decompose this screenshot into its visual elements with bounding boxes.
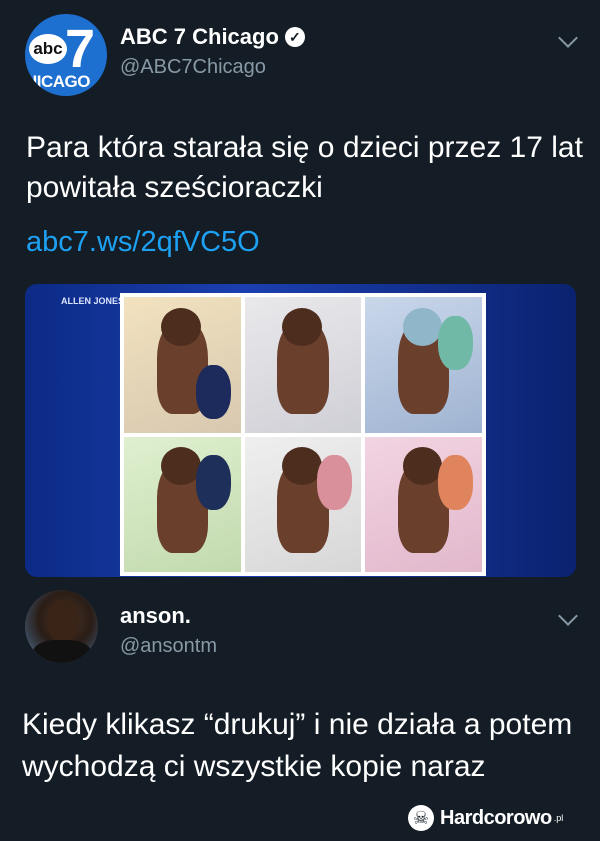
sextuplets-photo-grid [120,293,486,576]
chevron-down-icon[interactable] [558,606,578,626]
baby-head [161,447,201,486]
toy-octopus [437,455,473,510]
chicago-logo-text: HICAGO [25,72,91,91]
tweet-header: abc 7 HICAGO ABC 7 Chicago ✓ @ABC7Chicago [0,0,600,100]
author-handle[interactable]: @ABC7Chicago [120,56,266,79]
hardcorowo-watermark: ☠ Hardcorowo .pl [408,803,563,833]
baby-head [402,307,443,346]
toy-blanket [196,364,232,419]
toy-octopus [317,455,352,510]
baby-head [281,307,322,346]
baby-photo-4 [124,436,241,572]
skull-icon: ☠ [408,805,434,831]
tweet-text: Para która starała się o dzieci przez 17… [26,131,583,204]
baby-photo-6 [365,436,482,572]
reply-author-handle[interactable]: @ansontm [120,635,217,658]
reply-author-name[interactable]: anson. [120,603,191,629]
baby-photo-3 [365,297,482,433]
tweet-link[interactable]: abc7.ws/2qfVC5O [26,226,260,259]
baby-photo-1 [124,297,241,433]
baby-head [161,307,201,346]
toy-octopus [196,455,232,510]
abc7-avatar[interactable]: abc 7 HICAGO [25,14,107,96]
chevron-down-icon[interactable] [558,28,578,48]
toy-octopus [437,315,473,371]
watermark-suffix: .pl [553,813,564,823]
author-name-label: ABC 7 Chicago [120,24,279,49]
abc-logo-text: abc [29,34,67,64]
reply-text: Kiedy klikasz “drukuj” i nie działa a po… [22,708,573,783]
watermark-text: Hardcorowo [440,806,552,829]
baby-photo-2 [244,297,362,433]
avatar-shirt [33,640,91,663]
avatar-face [47,600,79,642]
verified-badge-icon: ✓ [284,27,305,47]
baby-head [281,447,322,486]
anson-avatar[interactable] [25,590,98,663]
tweet-media-image[interactable]: ALLEN JONES/VCU MARKETING [25,284,576,577]
author-name[interactable]: ABC 7 Chicago ✓ [120,24,305,50]
baby-photo-5 [244,436,362,572]
seven-logo-text: 7 [65,19,96,79]
